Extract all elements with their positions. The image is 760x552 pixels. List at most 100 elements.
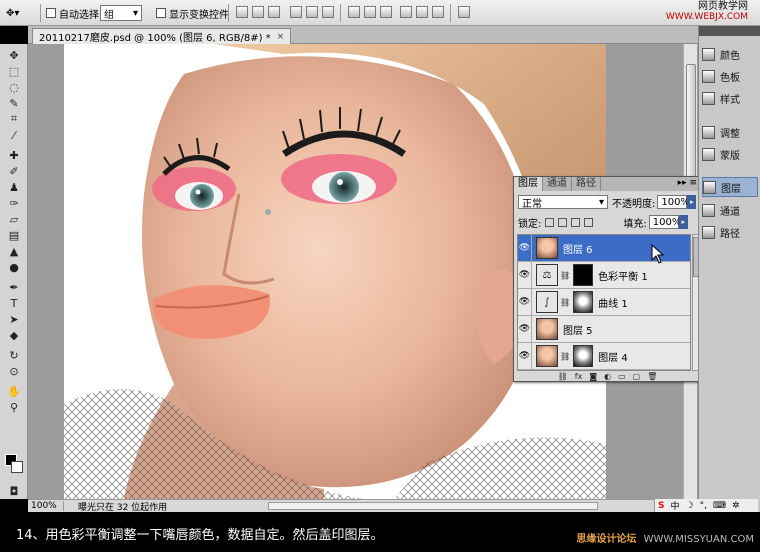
dock-item-paths[interactable]: 路径 (702, 222, 758, 242)
lock-all-icon[interactable] (584, 217, 594, 227)
healing-brush-tool-icon[interactable]: ✚ (5, 148, 23, 162)
ime-s-icon[interactable]: S (658, 501, 664, 511)
fill-input[interactable]: 100% (648, 215, 681, 229)
distribute-hcenter-icon[interactable] (416, 6, 428, 18)
tab-paths[interactable]: 路径 (572, 177, 601, 191)
layer-style-icon[interactable]: fx (575, 372, 583, 382)
3d-rotate-tool-icon[interactable]: ↻ (5, 348, 23, 362)
gradient-tool-icon[interactable]: ▤ (5, 228, 23, 242)
show-transform-toggle[interactable]: 显示变换控件 (156, 5, 229, 21)
brush-tool-icon[interactable]: ✐ (5, 164, 23, 178)
align-hcenter-icon[interactable] (306, 6, 318, 18)
distribute-vcenter-icon[interactable] (364, 6, 376, 18)
type-tool-icon[interactable]: T (5, 296, 23, 310)
lock-transparent-icon[interactable] (545, 217, 555, 227)
quick-mask-icon[interactable]: ◘ (5, 484, 23, 498)
moon-icon[interactable]: ☽ (686, 501, 694, 511)
dock-item-styles[interactable]: 样式 (702, 88, 758, 108)
visibility-eye-icon[interactable]: 👁 (518, 315, 532, 343)
dodge-tool-icon[interactable]: ● (5, 260, 23, 274)
dock-item-label: 调整 (720, 128, 740, 140)
punctuation-icon[interactable]: °, (700, 501, 707, 511)
layer-row[interactable]: 👁 ∫ ⛓ 曲线 1 (518, 288, 690, 316)
hand-tool-icon[interactable]: ✋ (5, 384, 23, 398)
close-icon[interactable]: × (277, 32, 285, 42)
crop-tool-icon[interactable]: ⌗ (5, 112, 23, 126)
dock-item-masks[interactable]: 蒙版 (702, 144, 758, 164)
align-top-icon[interactable] (236, 6, 248, 18)
align-vcenter-icon[interactable] (252, 6, 264, 18)
settings-icon[interactable]: ✲ (732, 501, 740, 511)
keyboard-icon[interactable]: ⌨ (713, 501, 726, 511)
move-tool-preset[interactable]: ✥▾ (6, 5, 19, 21)
auto-align-icon[interactable] (458, 6, 470, 18)
shape-tool-icon[interactable]: ◆ (5, 328, 23, 342)
lasso-tool-icon[interactable]: ◌ (5, 80, 23, 94)
layer-row[interactable]: 👁 图层 5 (518, 315, 690, 343)
auto-select-dropdown[interactable]: 组 ▾ (100, 5, 142, 21)
curves-icon: ∫ (536, 291, 558, 313)
auto-select-checkbox[interactable] (46, 8, 56, 18)
visibility-eye-icon[interactable]: 👁 (518, 342, 532, 370)
auto-select-toggle[interactable]: 自动选择: (46, 5, 102, 21)
distribute-top-icon[interactable] (348, 6, 360, 18)
layer-row[interactable]: 👁 ⛓ 图层 4 (518, 342, 690, 370)
show-transform-checkbox[interactable] (156, 8, 166, 18)
distribute-bottom-icon[interactable] (380, 6, 392, 18)
document-tab[interactable]: 20110217磨皮.psd @ 100% (图层 6, RGB/8#) * × (32, 28, 292, 44)
panel-menu-icon[interactable]: ▸▸ ≡ (678, 178, 697, 188)
move-tool-icon[interactable]: ✥ (5, 48, 23, 62)
layer-row[interactable]: 👁 图层 6 (518, 235, 690, 262)
tab-layers[interactable]: 图层 (514, 177, 543, 191)
align-right-icon[interactable] (322, 6, 334, 18)
visibility-eye-icon[interactable]: 👁 (518, 235, 532, 262)
dock-item-swatches[interactable]: 色板 (702, 66, 758, 86)
path-selection-tool-icon[interactable]: ➤ (5, 312, 23, 326)
fill-label: 填充: (623, 218, 647, 230)
distribute-left-icon[interactable] (400, 6, 412, 18)
status-info[interactable]: 曝光只在 32 位起作用 (78, 500, 167, 513)
pen-tool-icon[interactable]: ✒ (5, 280, 23, 294)
align-bottom-icon[interactable] (268, 6, 280, 18)
options-bar: ✥▾ 自动选择: 组 ▾ 显示变换控件 网页教学网 WWW.WEBJX.COM (0, 0, 760, 26)
zoom-tool-icon[interactable]: ⚲ (5, 400, 23, 414)
marquee-tool-icon[interactable]: ⬚ (5, 64, 23, 78)
quick-select-tool-icon[interactable]: ✎ (5, 96, 23, 110)
add-mask-icon[interactable]: ◙ (589, 372, 597, 382)
ime-language-icon[interactable]: 中 (670, 499, 679, 512)
align-left-icon[interactable] (290, 6, 302, 18)
blur-tool-icon[interactable]: ▲ (5, 244, 23, 258)
opacity-input[interactable]: 100% (657, 195, 690, 209)
new-group-icon[interactable]: ▭ (618, 372, 626, 382)
fill-arrow-icon[interactable]: ▸ (678, 215, 688, 229)
dock-item-color[interactable]: 颜色 (702, 44, 758, 64)
blend-mode-dropdown[interactable]: 正常 ▾ (518, 195, 608, 210)
tab-channels[interactable]: 通道 (543, 177, 572, 191)
dock-item-adjustments[interactable]: 调整 (702, 122, 758, 142)
background-color-swatch[interactable] (11, 461, 23, 473)
link-layers-icon[interactable]: ⛓ (558, 372, 568, 382)
history-brush-tool-icon[interactable]: ✑ (5, 196, 23, 210)
3d-orbit-tool-icon[interactable]: ⊙ (5, 364, 23, 378)
new-layer-icon[interactable]: ▢ (633, 372, 641, 382)
zoom-level[interactable]: 100% (28, 501, 64, 511)
layers-panel: 图层 通道 路径 ▸▸ ≡ 正常 ▾ 不透明度: 100% ▸ 锁定: 填充: … (513, 176, 702, 382)
lock-pixels-icon[interactable] (558, 217, 568, 227)
layer-mask-thumbnail (573, 345, 594, 367)
visibility-eye-icon[interactable]: 👁 (518, 261, 532, 289)
eyedropper-tool-icon[interactable]: ⁄ (5, 128, 23, 142)
dock-item-channels[interactable]: 通道 (702, 200, 758, 220)
layer-row[interactable]: 👁 ⚖ ⛓ 色彩平衡 1 (518, 261, 690, 289)
dock-item-layers[interactable]: 图层 (702, 177, 758, 197)
new-adjustment-icon[interactable]: ◐ (604, 372, 611, 382)
lock-position-icon[interactable] (571, 217, 581, 227)
distribute-right-icon[interactable] (432, 6, 444, 18)
eraser-tool-icon[interactable]: ▱ (5, 212, 23, 226)
visibility-eye-icon[interactable]: 👁 (518, 288, 532, 316)
masks-icon (702, 147, 715, 161)
opacity-arrow-icon[interactable]: ▸ (687, 195, 697, 209)
clone-stamp-tool-icon[interactable]: ♟ (5, 180, 23, 194)
link-chain-icon: ⛓ (560, 270, 571, 280)
delete-layer-icon[interactable]: 🗑 (647, 372, 657, 382)
canvas-horizontal-scrollbar[interactable] (268, 502, 598, 510)
